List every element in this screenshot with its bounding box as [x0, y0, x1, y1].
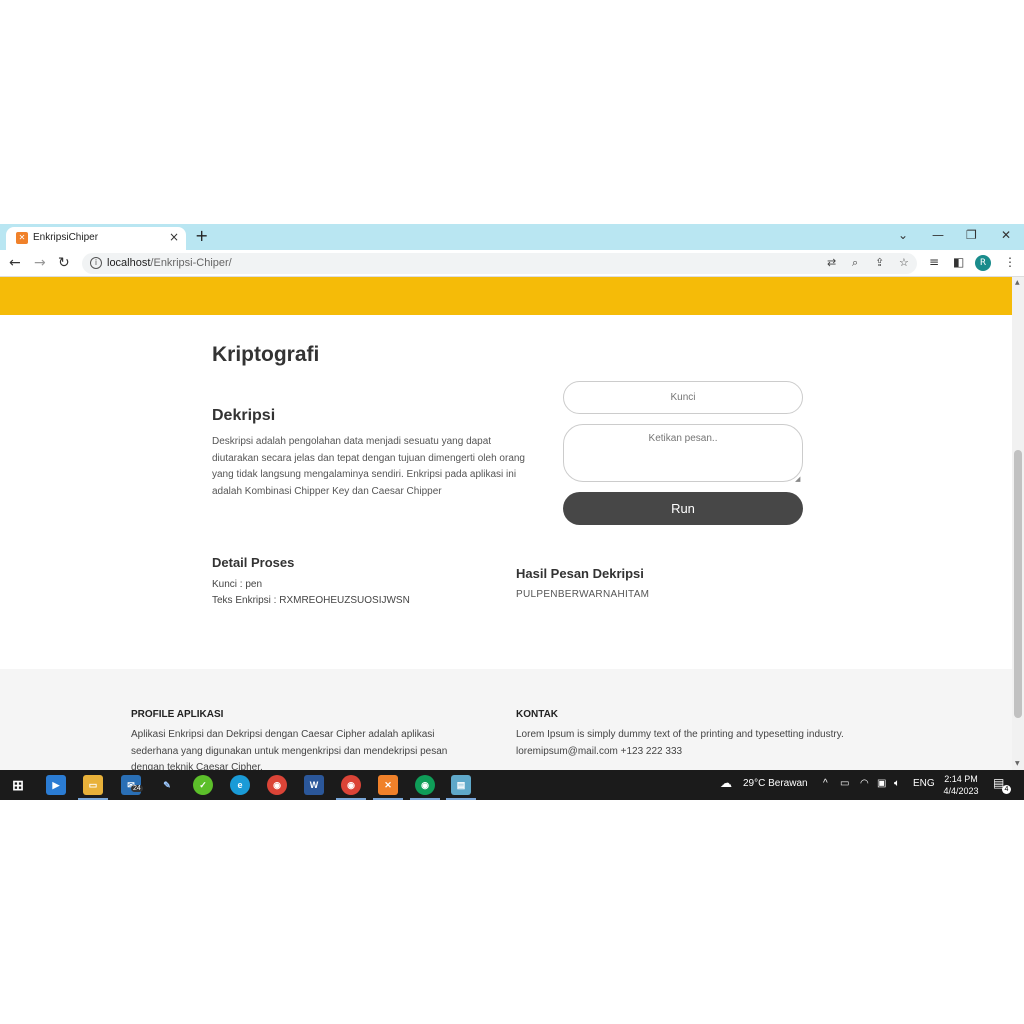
detail-text-line: Teks Enkripsi : RXMREOHEUZSUOSIJWSN — [212, 595, 410, 606]
header-band — [0, 277, 1012, 315]
zoom-icon[interactable]: ⌕ — [852, 256, 858, 270]
page-title: Kriptografi — [212, 343, 320, 366]
reload-icon[interactable]: ↻ — [58, 255, 70, 271]
address-bar[interactable]: i localhost/Enkripsi-Chiper/ ⇄ ⌕ ⇪ ☆ — [82, 253, 917, 274]
bookmark-star-icon[interactable]: ☆ — [899, 256, 909, 269]
detail-key-line: Kunci : pen — [212, 579, 263, 590]
footer-contact-title: KONTAK — [516, 709, 559, 720]
scroll-down-arrow-icon[interactable]: ▼ — [1015, 760, 1020, 767]
site-info-icon[interactable]: i — [90, 257, 102, 269]
menu-kebab-icon[interactable]: ⋮ — [1004, 255, 1016, 269]
page-viewport: Kriptografi Dekripsi Deskripsi adalah pe… — [0, 277, 1012, 770]
side-panel-icon[interactable]: ◧ — [953, 255, 964, 269]
xampp-favicon-icon: ✕ — [16, 232, 28, 244]
footer-profile-line-3: dengan teknik Caesar Cipher. — [131, 762, 263, 770]
chrome-active-indicator — [336, 798, 366, 800]
display-icon[interactable]: ▣ — [877, 778, 886, 789]
browser-toolbar: ← → ↻ i localhost/Enkripsi-Chiper/ ⇄ ⌕ ⇪… — [0, 250, 1024, 277]
weather-cloud-icon[interactable]: ☁ — [720, 776, 732, 790]
restore-button[interactable]: ❐ — [966, 228, 977, 242]
footer-profile-line-1: Aplikasi Enkripsi dan Dekripsi dengan Ca… — [131, 729, 435, 740]
footer-contact-text: Lorem Ipsum is simply dummy text of the … — [516, 727, 936, 760]
chrome-alt-icon[interactable]: ◉ — [415, 775, 435, 795]
footer-contact-description: Lorem Ipsum is simply dummy text of the … — [516, 729, 844, 740]
section-title: Dekripsi — [212, 407, 276, 424]
clock-time: 2:14 PM — [944, 774, 978, 784]
windows-taskbar: ⊞ ▶ ▭ ✉ 24 ✎ ✓ e ◉ W ◉ ✕ ◉ ▤ ☁ 29°C Bera… — [0, 770, 1024, 800]
section-description: Deskripsi adalah pengolahan data menjadi… — [212, 436, 525, 497]
tab-title: EnkripsiChiper — [33, 232, 99, 243]
forward-arrow-icon[interactable]: → — [34, 255, 46, 271]
language-indicator[interactable]: ENG — [913, 778, 935, 789]
textarea-resize-icon[interactable]: ◢ — [795, 475, 800, 483]
notepad-icon[interactable]: ▤ — [451, 775, 471, 795]
minimize-button[interactable]: — — [932, 228, 944, 242]
footer-profile-text: Aplikasi Enkripsi dan Dekripsi dengan Ca… — [131, 727, 491, 770]
detail-title: Detail Proses — [212, 555, 295, 570]
weather-text[interactable]: 29°C Berawan — [743, 778, 808, 789]
clock-date: 4/4/2023 — [943, 786, 979, 796]
chrome-icon[interactable]: ◉ — [267, 775, 287, 795]
xampp-active-indicator — [373, 798, 403, 800]
footer-contact-info: loremipsum@mail.com +123 222 333 — [516, 745, 683, 757]
result-value: PULPENBERWARNAHITAM — [516, 589, 650, 600]
chrome-profile-icon[interactable]: ◉ — [341, 775, 361, 795]
tab-bar: ✕ EnkripsiChiper × + ⌄ — ❐ ✕ — [0, 224, 1024, 250]
chrome-alt-active-indicator — [410, 798, 440, 800]
scroll-up-arrow-icon[interactable]: ▲ — [1015, 279, 1020, 286]
share-icon[interactable]: ⇪ — [875, 256, 884, 269]
explorer-active-indicator — [78, 798, 108, 800]
run-button[interactable]: Run — [563, 492, 803, 525]
footer-profile-line-2: sederhana yang digunakan untuk mengenkri… — [131, 745, 448, 757]
wifi-icon[interactable]: ◠ — [860, 778, 869, 789]
word-icon[interactable]: W — [304, 775, 324, 795]
tab-close-button[interactable]: × — [169, 230, 179, 244]
windows-start-icon[interactable]: ⊞ — [8, 775, 28, 795]
browser-window: ✕ EnkripsiChiper × + ⌄ — ❐ ✕ ← → ↻ i loc… — [0, 224, 1024, 800]
evernote-icon[interactable]: ✓ — [193, 775, 213, 795]
media-player-icon[interactable]: ▶ — [46, 775, 66, 795]
page-scrollbar[interactable]: ▲ ▼ — [1012, 277, 1024, 770]
reading-list-icon[interactable]: ≡ — [929, 255, 939, 269]
url-text[interactable]: localhost/Enkripsi-Chiper/ — [107, 257, 232, 269]
url-path: /Enkripsi-Chiper/ — [150, 257, 232, 269]
url-host: localhost — [107, 257, 151, 269]
footer-profile-title: PROFILE APLIKASI — [131, 709, 224, 720]
new-tab-button[interactable]: + — [195, 227, 208, 245]
volume-icon[interactable]: 🔈︎ — [894, 778, 900, 789]
translate-icon[interactable]: ⇄ — [827, 256, 836, 269]
battery-icon[interactable]: ▭ — [840, 778, 849, 789]
system-clock[interactable]: 2:14 PM 4/4/2023 — [936, 773, 986, 797]
scroll-thumb[interactable] — [1014, 450, 1022, 718]
file-explorer-icon[interactable]: ▭ — [83, 775, 103, 795]
result-title: Hasil Pesan Dekripsi — [516, 566, 644, 581]
edge-icon[interactable]: e — [230, 775, 250, 795]
key-input[interactable] — [563, 381, 803, 414]
tray-chevron-icon[interactable]: ^ — [823, 778, 828, 789]
close-window-button[interactable]: ✕ — [1001, 228, 1011, 242]
mail-badge: 24 — [131, 785, 143, 792]
notification-badge: 4 — [1002, 785, 1011, 794]
tab-search-chevron-icon[interactable]: ⌄ — [898, 228, 908, 242]
notepad-active-indicator — [446, 798, 476, 800]
message-textarea[interactable] — [563, 424, 803, 482]
xampp-icon[interactable]: ✕ — [378, 775, 398, 795]
profile-avatar[interactable]: R — [975, 255, 991, 271]
back-arrow-icon[interactable]: ← — [9, 255, 21, 271]
footer: PROFILE APLIKASI Aplikasi Enkripsi dan D… — [0, 669, 1012, 770]
tab-enkripsichiper[interactable]: ✕ EnkripsiChiper × — [6, 227, 186, 250]
snipping-tool-icon[interactable]: ✎ — [157, 775, 177, 795]
